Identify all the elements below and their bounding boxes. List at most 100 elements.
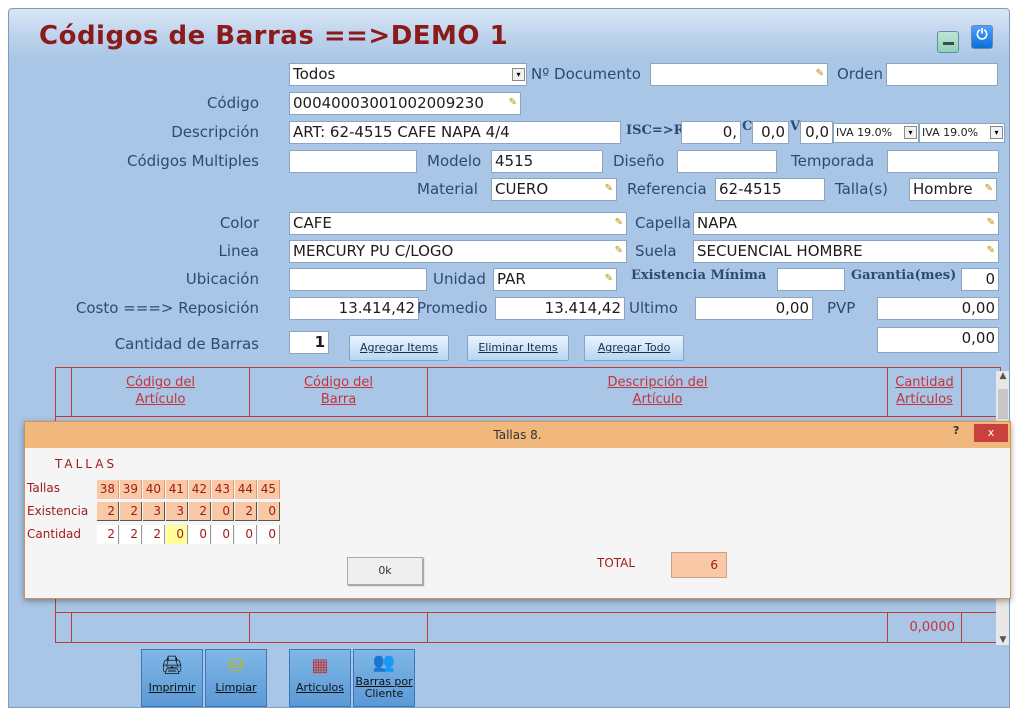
database-icon: ⛁ [228, 655, 244, 676]
codigos-multiples-field[interactable] [289, 150, 417, 173]
dialog-title: Tallas 8. [493, 428, 542, 442]
power-icon: ⏻ [976, 27, 988, 43]
ubicacion-field[interactable] [289, 268, 427, 291]
cantidad-barras-field[interactable]: 1 [289, 331, 329, 354]
c-label: C [742, 119, 753, 134]
minimize-button[interactable] [937, 31, 959, 53]
modelo-label: Modelo [427, 152, 482, 170]
lookup-icon[interactable]: ✎ [615, 246, 623, 256]
lookup-icon[interactable]: ✎ [816, 69, 824, 79]
scroll-thumb[interactable] [998, 389, 1008, 419]
lookup-icon[interactable]: ✎ [987, 218, 995, 228]
suela-field[interactable]: SECUENCIAL HOMBRE ✎ [693, 240, 999, 263]
pvp2-field[interactable]: 0,00 [877, 327, 999, 353]
codigo-field[interactable]: 00040003001002009230 ✎ [289, 92, 521, 115]
capella-field[interactable]: NAPA ✎ [693, 212, 999, 235]
talla-cell: 44 [235, 480, 257, 499]
cantidad-cell[interactable]: 2 [97, 525, 119, 544]
isc-field[interactable]: 0, [681, 121, 741, 144]
articulos-button[interactable]: ▦ Articulos [289, 649, 351, 707]
promedio-label: Promedio [417, 299, 488, 317]
scroll-up-icon[interactable]: ▲ [996, 371, 1009, 381]
material-field[interactable]: CUERO ✎ [491, 178, 617, 201]
lookup-icon[interactable]: ✎ [987, 246, 995, 256]
chevron-down-icon: ▾ [512, 68, 525, 81]
eliminar-items-button[interactable]: Eliminar Items [467, 335, 569, 361]
lookup-icon[interactable]: ✎ [509, 98, 517, 108]
tallas-field[interactable]: Hombre ✎ [909, 178, 997, 201]
lookup-icon[interactable]: ✎ [985, 184, 993, 194]
cantidad-barras-label: Cantidad de Barras [114, 335, 259, 353]
talla-cell: 38 [97, 480, 119, 499]
tallas-label: Talla(s) [835, 180, 888, 198]
grid-footer-cell [428, 613, 888, 643]
lookup-icon[interactable]: ✎ [605, 274, 613, 284]
ultimo-label: Ultimo [629, 299, 678, 317]
iva-select-1[interactable]: IVA 19.0% ▾ [833, 123, 919, 143]
codigo-label: Código [206, 94, 259, 112]
chevron-down-icon: ▾ [904, 126, 917, 139]
scroll-down-icon[interactable]: ▼ [996, 635, 1009, 645]
tallas-grid: 38 39 40 41 42 43 44 45 2 2 3 3 2 0 2 0 2 2 2 0 0 0 0 0 [97, 480, 337, 550]
imprimir-button[interactable]: 🖨 Imprimir [141, 649, 203, 707]
capella-label: Capella [635, 214, 691, 232]
iva-select-2[interactable]: IVA 19.0% ▾ [919, 123, 1005, 143]
ultimo-field[interactable]: 0,00 [695, 297, 813, 320]
descripcion-field[interactable]: ART: 62-4515 CAFE NAPA 4/4 [289, 121, 621, 144]
talla-cell: 39 [120, 480, 142, 499]
num-doc-field[interactable]: ✎ [650, 63, 828, 86]
linea-field[interactable]: MERCURY PU C/LOGO ✎ [289, 240, 627, 263]
grid-col-descripcion[interactable]: Descripción del Artículo [428, 368, 888, 416]
cantidad-cell[interactable]: 0 [235, 525, 257, 544]
referencia-label: Referencia [627, 180, 707, 198]
orden-field[interactable] [886, 63, 998, 86]
diseno-label: Diseño [613, 152, 665, 170]
minimize-icon [943, 42, 954, 45]
cantidad-cell[interactable]: 0 [189, 525, 211, 544]
row-label-tallas: Tallas [27, 481, 60, 495]
cantidad-cell[interactable]: 0 [166, 525, 188, 544]
agregar-items-button[interactable]: Agregar Items [349, 335, 449, 361]
unidad-field[interactable]: PAR ✎ [493, 268, 617, 291]
printer-icon: 🖨 [160, 655, 184, 676]
diseno-field[interactable] [677, 150, 777, 173]
grid-col-cantidad[interactable]: Cantidad Artículos [888, 368, 962, 416]
v-field[interactable]: 0,0 [800, 121, 833, 144]
talla-cell: 43 [212, 480, 234, 499]
existencia-minima-field[interactable] [777, 268, 845, 291]
people-icon: 👥 [372, 652, 396, 673]
codigos-multiples-label: Códigos Multiples [126, 152, 259, 170]
grid-col-codigo-barra[interactable]: Código del Barra [250, 368, 428, 416]
cantidad-cell[interactable]: 2 [143, 525, 165, 544]
barras-cliente-button[interactable]: 👥 Barras por Cliente [353, 649, 415, 707]
cantidad-cell[interactable]: 2 [120, 525, 142, 544]
referencia-field[interactable]: 62-4515 [715, 178, 825, 201]
c-field[interactable]: 0,0 [752, 121, 789, 144]
limpiar-button[interactable]: ⛁ Limpiar [205, 649, 267, 707]
ubicacion-label: Ubicación [185, 270, 259, 288]
power-button[interactable]: ⏻ [971, 25, 993, 49]
grid-footer-cell [56, 613, 72, 643]
window-title: Códigos de Barras ==>DEMO 1 [39, 21, 509, 51]
row-label-existencia: Existencia [27, 504, 89, 518]
help-icon[interactable]: ? [953, 424, 959, 437]
promedio-field[interactable]: 13.414,42 [495, 297, 625, 320]
garantia-field[interactable]: 0 [961, 268, 999, 291]
color-field[interactable]: CAFE ✎ [289, 212, 627, 235]
cantidad-cell[interactable]: 0 [212, 525, 234, 544]
close-button[interactable]: x [974, 424, 1008, 442]
temporada-field[interactable] [887, 150, 999, 173]
costo-field[interactable]: 13.414,42 [289, 297, 419, 320]
modelo-field[interactable]: 4515 [491, 150, 603, 173]
cantidad-cell[interactable]: 0 [258, 525, 280, 544]
ok-button[interactable]: 0k [347, 557, 423, 585]
pvp-field[interactable]: 0,00 [877, 297, 999, 320]
grid-col-codigo-articulo[interactable]: Código del Artículo [72, 368, 250, 416]
existencia-cell: 2 [120, 502, 142, 521]
lookup-icon[interactable]: ✎ [605, 184, 613, 194]
agregar-todo-button[interactable]: Agregar Todo [584, 335, 684, 361]
suela-label: Suela [635, 242, 677, 260]
doc-type-select[interactable]: Todos ▾ [289, 63, 527, 86]
existencia-cell: 3 [143, 502, 165, 521]
lookup-icon[interactable]: ✎ [615, 218, 623, 228]
